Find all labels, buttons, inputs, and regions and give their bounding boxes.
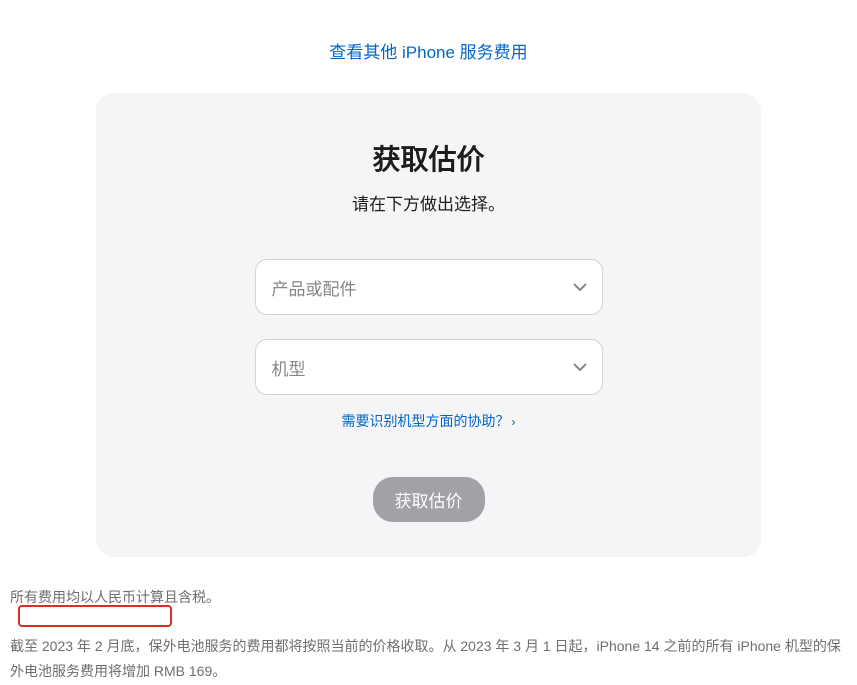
model-select[interactable]: 机型 [255,339,603,395]
estimate-card: 获取估价 请在下方做出选择。 产品或配件 机型 需要识别机型方面的协助？› 获取… [96,93,761,557]
identify-model-help-link[interactable]: 需要识别机型方面的协助？› [342,413,516,429]
view-other-services-link[interactable]: 查看其他 iPhone 服务费用 [329,43,527,62]
product-select[interactable]: 产品或配件 [255,259,603,315]
footnote-price-increase: 截至 2023 年 2 月底，保外电池服务的费用都将按照当前的价格收取。从 20… [10,634,847,684]
product-select-wrap: 产品或配件 [255,259,603,315]
help-link-container: 需要识别机型方面的协助？› [136,411,721,431]
footnote-currency-tax: 所有费用均以人民币计算且含税。 [10,585,847,610]
model-select-wrap: 机型 [255,339,603,395]
card-title: 获取估价 [136,138,721,178]
get-estimate-button[interactable]: 获取估价 [373,477,485,522]
top-link-container: 查看其他 iPhone 服务费用 [0,0,857,93]
footnotes: 所有费用均以人民币计算且含税。 截至 2023 年 2 月底，保外电池服务的费用… [0,557,857,685]
help-link-label: 需要识别机型方面的协助？ [342,413,510,429]
chevron-right-icon: › [512,415,516,429]
card-subtitle: 请在下方做出选择。 [136,190,721,215]
